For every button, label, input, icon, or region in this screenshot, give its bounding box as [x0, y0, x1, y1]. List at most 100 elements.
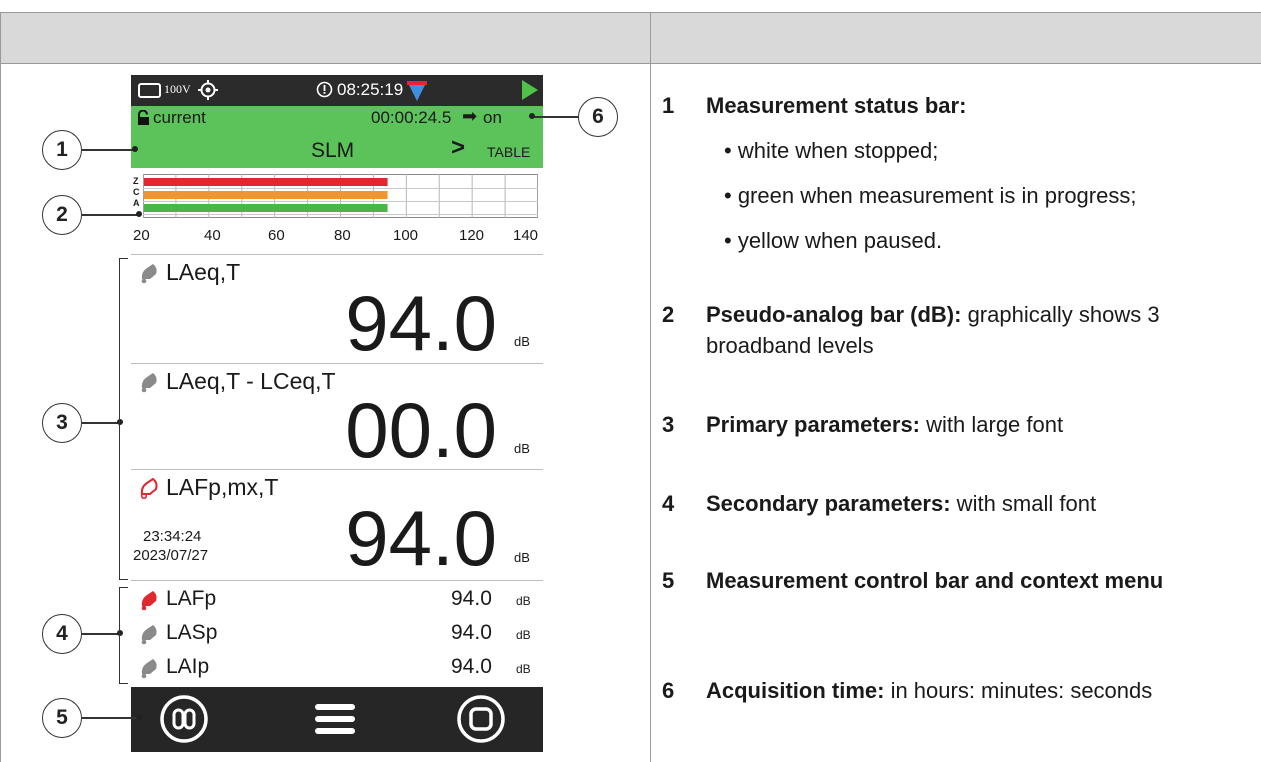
- battery-text: 100V: [164, 82, 191, 96]
- lock-icon: [138, 110, 149, 125]
- tick-label: 60: [268, 227, 285, 244]
- tick-label: 20: [133, 227, 150, 244]
- callout-4: 4: [42, 614, 82, 654]
- stop-button[interactable]: [456, 694, 506, 744]
- callout-1: 1: [42, 130, 82, 170]
- desc-title: Primary parameters:: [706, 412, 921, 437]
- pseudo-analog-bar: Z C A 20 40 60 80 100 120 140: [131, 168, 543, 255]
- desc-number: 2: [662, 302, 675, 327]
- param-time: 23:34:24: [143, 528, 202, 545]
- desc-6: Acquisition time: in hours: minutes: sec…: [706, 675, 1251, 706]
- table-left-border: [0, 12, 1, 762]
- list-item[interactable]: LASp 94.0 dB: [131, 619, 543, 651]
- trigger-state: on: [483, 108, 502, 127]
- desc-number: 5: [662, 568, 675, 593]
- desc-5: Measurement control bar and context menu: [706, 565, 1186, 596]
- leader-line: [82, 149, 134, 151]
- pause-button[interactable]: [159, 694, 209, 744]
- bracket: [119, 258, 128, 580]
- arrow-right-icon: ➡: [462, 106, 478, 126]
- primary-parameter[interactable]: LAeq,T - LCeq,T 00.0 dB: [131, 364, 543, 470]
- desc-title: Acquisition time:: [706, 678, 885, 703]
- desc-number: 1: [662, 93, 675, 118]
- desc-title: Secondary parameters:: [706, 491, 951, 516]
- desc-3: Primary parameters: with large font: [706, 409, 1251, 440]
- system-bar: 100V 08:25:19: [131, 75, 543, 106]
- desc-1: Measurement status bar:: [706, 90, 1251, 121]
- primary-parameter[interactable]: LAFp,mx,T 23:34:24 2023/07/27 94.0 dB: [131, 470, 543, 581]
- next-view-arrow[interactable]: >: [451, 134, 465, 162]
- param-unit: dB: [516, 594, 531, 608]
- leader-line: [533, 116, 579, 118]
- bullet-item: • yellow when paused.: [724, 228, 943, 253]
- table-header: [0, 12, 1261, 64]
- bracket: [119, 587, 128, 684]
- current-label: current: [153, 108, 206, 127]
- param-name: LASp: [166, 621, 218, 644]
- tick-label: 100: [393, 227, 419, 244]
- leader-line: [82, 717, 138, 719]
- param-name: LAeq,T: [166, 259, 241, 285]
- param-unit: dB: [514, 334, 530, 349]
- leader-dot: [136, 714, 142, 720]
- callout-3: 3: [42, 403, 82, 443]
- speaker-icon: [141, 373, 157, 393]
- gps-icon: [198, 80, 218, 100]
- list-item[interactable]: LAIp 94.0 dB: [131, 653, 543, 685]
- desc-number: 3: [662, 412, 675, 437]
- leader-dot: [529, 113, 535, 119]
- bullet-item: • green when measurement is in progress;: [724, 183, 1137, 208]
- tick-label: 40: [204, 227, 221, 244]
- level-bar-C: [144, 191, 388, 199]
- view-label[interactable]: TABLE: [487, 144, 530, 160]
- leader-dot: [136, 211, 142, 217]
- desc-title: Pseudo-analog bar (dB):: [706, 302, 962, 327]
- primary-parameter[interactable]: LAeq,T 94.0 dB: [131, 255, 543, 364]
- battery-icon: [138, 83, 161, 98]
- param-value: 94.0: [345, 279, 497, 367]
- list-item[interactable]: LAFp 94.0 dB: [131, 585, 543, 617]
- column-divider: [650, 12, 651, 762]
- bar-label: A: [133, 198, 140, 208]
- desc-4: Secondary parameters: with small font: [706, 488, 1251, 519]
- measurement-status-bar[interactable]: current 00:00:24.5 ➡ on SLM > TABLE: [131, 106, 543, 168]
- desc-text: with large font: [920, 412, 1064, 437]
- play-icon: [522, 80, 538, 100]
- tick-label: 80: [334, 227, 351, 244]
- leader-line: [82, 214, 138, 216]
- speaker-icon: [141, 625, 157, 645]
- device-screen: 100V 08:25:19 current 00:00:24.5 ➡ on SL…: [131, 75, 543, 752]
- speaker-icon: [141, 264, 157, 284]
- level-bar-A: [144, 204, 388, 212]
- level-bar-Z: [144, 178, 388, 186]
- tick-label: 120: [459, 227, 485, 244]
- clock: 08:25:19: [337, 80, 404, 99]
- measurement-control-bar: [131, 687, 543, 752]
- param-value: 00.0: [345, 386, 497, 474]
- callout-6: 6: [578, 97, 618, 137]
- param-date: 2023/07/27: [133, 547, 209, 564]
- bullet-item: • white when stopped;: [724, 138, 939, 163]
- alarm-bell-icon: [140, 477, 158, 499]
- leader-dot: [132, 146, 138, 152]
- desc-title: Measurement control bar and context menu: [706, 568, 1164, 593]
- param-name: LAIp: [166, 655, 210, 678]
- alarm-bell-icon: [141, 591, 157, 611]
- menu-icon[interactable]: [313, 699, 357, 739]
- mode-label[interactable]: SLM: [311, 139, 354, 163]
- alert-icon: [316, 81, 333, 98]
- callout-2: 2: [42, 195, 82, 235]
- param-value: 94.0: [345, 494, 497, 582]
- param-name: LAFp: [166, 587, 217, 610]
- param-value: 94.0: [451, 621, 492, 644]
- param-value: 94.0: [451, 587, 492, 610]
- param-name: LAFp,mx,T: [166, 474, 279, 500]
- desc-number: 6: [662, 678, 675, 703]
- tick-label: 140: [513, 227, 539, 244]
- desc-title: Measurement status bar:: [706, 93, 967, 118]
- desc-number: 4: [662, 491, 675, 516]
- bar-label: C: [133, 187, 140, 197]
- leader-line: [82, 633, 120, 635]
- param-unit: dB: [516, 662, 531, 676]
- secondary-parameters: LAFp 94.0 dB LASp 94.0 dB LAIp 94.0 dB: [131, 581, 543, 687]
